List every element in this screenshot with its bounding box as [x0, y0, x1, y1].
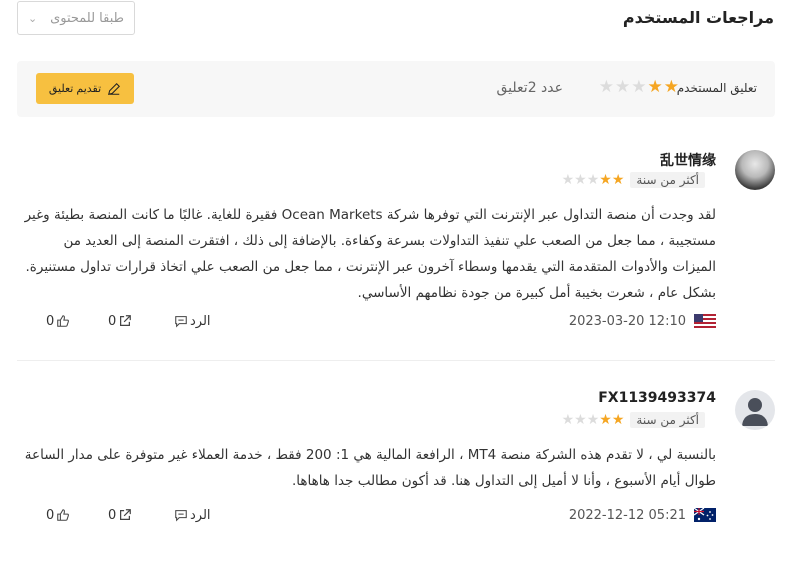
star-empty-icon: ★: [561, 172, 575, 188]
review-footer: 2023-03-20 12:10 الرد 0 0: [17, 310, 716, 332]
review-date: 2022-12-12 05:21: [568, 507, 686, 523]
summary-rating-stars: ★ ★ ★ ★ ★: [599, 78, 679, 96]
star-empty-icon: ★: [574, 172, 587, 188]
share-button[interactable]: 0: [108, 314, 132, 329]
review-username: FX1139493374: [598, 390, 716, 406]
share-count: 0: [108, 313, 117, 329]
time-ago-badge: أكثر من سنة: [630, 412, 705, 428]
reply-label: الرد: [190, 313, 211, 329]
review-rating-stars: ★ ★ ★ ★ ★: [562, 172, 625, 188]
review-rating-stars: ★ ★ ★ ★ ★: [562, 412, 625, 428]
like-count: 0: [46, 507, 55, 523]
share-icon: [120, 315, 132, 326]
review-item: FX1139493374 أكثر من سنة ★ ★ ★ ★ ★ بالنس…: [17, 380, 775, 540]
share-count: 0: [108, 507, 117, 523]
reply-button[interactable]: الرد: [174, 508, 211, 523]
star-empty-icon: ★: [598, 77, 614, 97]
review-text: لقد وجدت أن منصة التداول عبر الإنترنت ال…: [24, 207, 716, 301]
like-button[interactable]: 0: [46, 314, 70, 329]
comment-icon: [175, 316, 187, 328]
page-title: مراجعات المستخدم: [622, 8, 774, 27]
star-filled-icon: ★: [663, 77, 679, 97]
submit-review-button[interactable]: تقديم تعليق: [36, 73, 134, 104]
default-user-icon: [742, 398, 768, 426]
star-empty-icon: ★: [631, 77, 647, 97]
share-icon: [120, 509, 132, 520]
thumbs-up-icon: [57, 509, 70, 521]
like-button[interactable]: 0: [46, 508, 70, 523]
star-filled-icon: ★: [599, 172, 612, 188]
review-meta: أكثر من سنة ★ ★ ★ ★ ★: [562, 172, 705, 188]
pencil-icon: [108, 82, 121, 95]
star-empty-icon: ★: [586, 172, 600, 188]
us-flag-icon: [694, 314, 716, 328]
review-date: 2023-03-20 12:10: [568, 313, 686, 329]
star-empty-icon: ★: [574, 412, 587, 428]
time-ago-badge: أكثر من سنة: [630, 172, 705, 188]
submit-review-label: تقديم تعليق: [48, 83, 102, 95]
review-date-group: 2023-03-20 12:10: [569, 314, 716, 329]
review-meta: أكثر من سنة ★ ★ ★ ★ ★: [562, 412, 705, 428]
share-button[interactable]: 0: [108, 508, 132, 523]
user-reviews-panel: مراجعات المستخدم طبقا للمحتوى ⌄ تعليق ال…: [0, 0, 798, 565]
reply-label: الرد: [190, 507, 211, 523]
star-empty-icon: ★: [586, 412, 600, 428]
star-filled-icon: ★: [647, 77, 663, 97]
avatar: [735, 150, 775, 190]
review-text: بالنسبة لي ، لا تقدم هذه الشركة منصة MT4…: [24, 447, 716, 489]
review-date-group: 2022-12-12 05:21: [569, 508, 716, 523]
star-empty-icon: ★: [615, 77, 631, 97]
star-empty-icon: ★: [561, 412, 575, 428]
sort-select[interactable]: طبقا للمحتوى ⌄: [17, 1, 135, 35]
review-item: 乱世情缘 أكثر من سنة ★ ★ ★ ★ ★ لقد وجدت أن م…: [17, 140, 775, 361]
sort-select-value: طبقا للمحتوى: [50, 10, 124, 26]
review-footer: 2022-12-12 05:21 الرد 0 0: [17, 504, 716, 526]
avatar: [735, 390, 775, 430]
comment-icon: [175, 510, 187, 522]
like-count: 0: [46, 313, 55, 329]
star-filled-icon: ★: [599, 412, 612, 428]
star-filled-icon: ★: [611, 412, 625, 428]
star-filled-icon: ★: [611, 172, 625, 188]
thumbs-up-icon: [57, 315, 70, 327]
review-username: 乱世情缘: [660, 153, 716, 169]
summary-label: تعليق المستخدم: [676, 81, 757, 95]
reply-button[interactable]: الرد: [174, 314, 211, 329]
review-summary-bar: تعليق المستخدم ★ ★ ★ ★ ★ عدد 2تعليق تقدي…: [17, 61, 775, 117]
au-flag-icon: [694, 508, 716, 522]
review-count: عدد 2تعليق: [496, 80, 564, 96]
chevron-down-icon: ⌄: [28, 11, 38, 25]
